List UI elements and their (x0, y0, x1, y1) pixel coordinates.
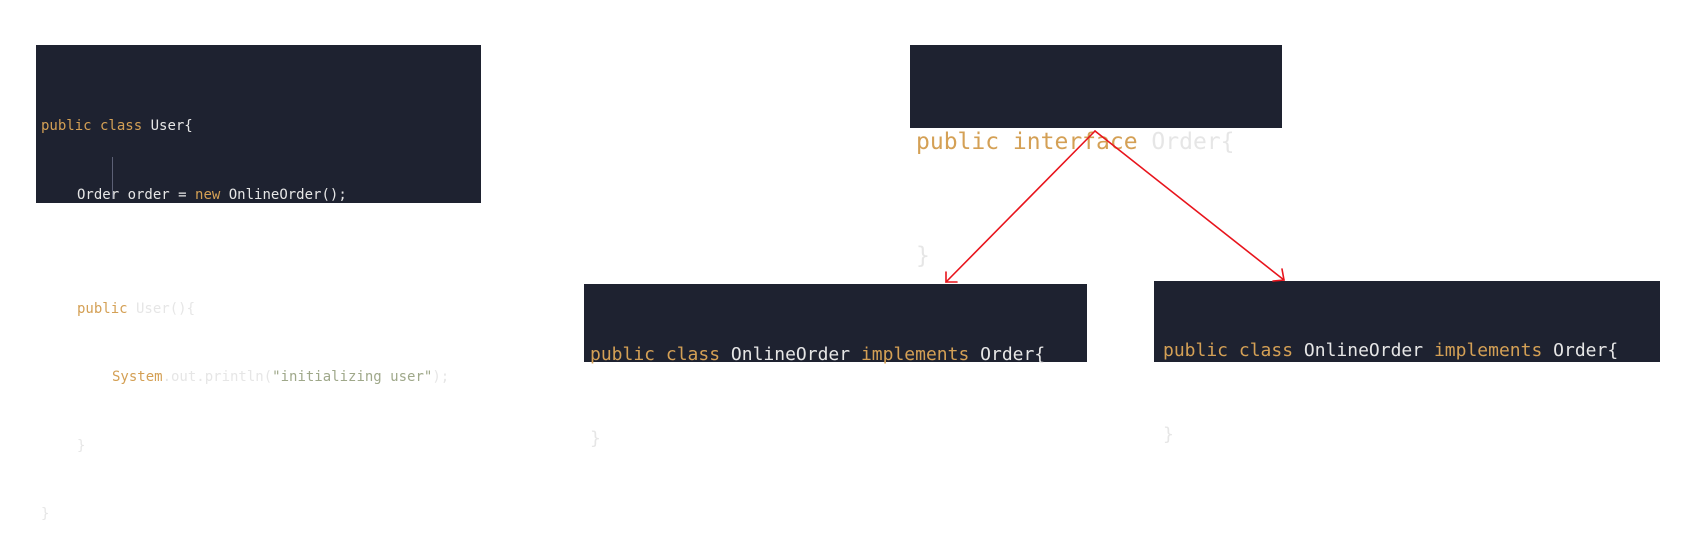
closing-brace: } (41, 505, 50, 522)
arrow-to-right-implementation (1094, 130, 1285, 281)
code-line: } (41, 435, 481, 458)
closing-brace: } (1163, 424, 1174, 445)
closing-brace: } (77, 437, 86, 454)
closing-brace: } (590, 428, 601, 449)
code-line: } (590, 425, 1087, 453)
code-line: } (41, 503, 481, 526)
code-line: } (1163, 421, 1660, 449)
arrows-layer (945, 130, 1285, 283)
arrow-to-left-implementation (945, 130, 1096, 283)
